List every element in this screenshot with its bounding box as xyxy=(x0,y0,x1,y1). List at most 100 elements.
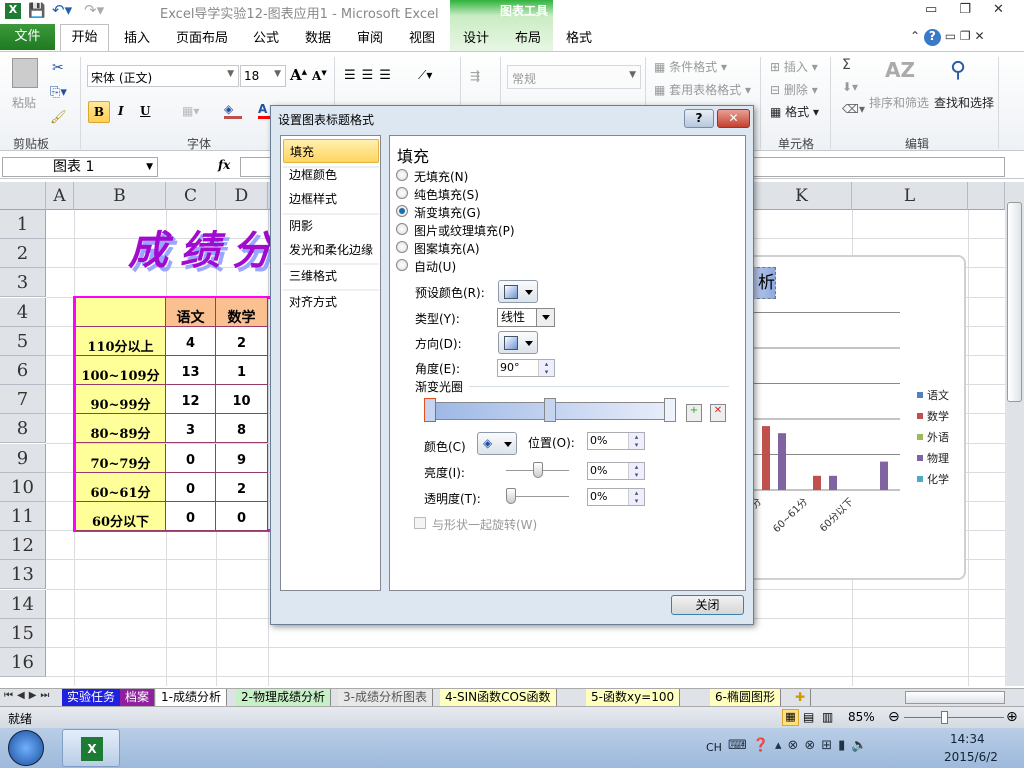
add-stop-button[interactable]: + xyxy=(686,404,702,422)
direction-dropdown[interactable] xyxy=(498,331,538,354)
row-label-cell[interactable]: 100~109分 xyxy=(76,356,166,385)
value-cell[interactable]: 3 xyxy=(166,414,216,444)
value-cell[interactable]: 0 xyxy=(216,502,268,531)
tab-view[interactable]: 视图 xyxy=(409,27,435,46)
vertical-scrollbar[interactable] xyxy=(1005,182,1024,686)
column-header-C[interactable]: C xyxy=(166,182,216,210)
rotate-with-shape-checkbox[interactable] xyxy=(414,517,426,529)
sheet-tab[interactable]: 实验任务 xyxy=(62,689,122,707)
row-label-cell[interactable]: 60~61分 xyxy=(76,472,166,502)
row-header-5[interactable]: 5 xyxy=(0,326,46,356)
sort-filter-icon[interactable]: AZ xyxy=(885,58,915,82)
position-input[interactable]: 0% xyxy=(587,432,645,450)
row-header-6[interactable]: 6 xyxy=(0,356,46,385)
radio-1[interactable] xyxy=(396,187,408,199)
sheet-tab[interactable]: 6-椭圆图形 xyxy=(710,689,781,707)
dialog-help-button[interactable]: ? xyxy=(684,109,714,128)
conditional-format-button[interactable]: ▦ 条件格式 ▾ xyxy=(654,58,727,75)
format-as-table-button[interactable]: ▦ 套用表格格式 ▾ xyxy=(654,81,751,98)
copy-icon[interactable]: ⎘▾ xyxy=(50,85,67,100)
row-header-14[interactable]: 14 xyxy=(0,589,46,619)
row-header-7[interactable]: 7 xyxy=(0,385,46,415)
tray-icons[interactable]: ⌨❓▴⊗⊗⊞▮🔈 xyxy=(728,738,874,753)
stop-color-dropdown[interactable]: ◈ xyxy=(477,432,517,455)
redo-icon[interactable]: ↷▾ xyxy=(84,1,104,19)
paste-icon[interactable] xyxy=(12,58,38,88)
format-painter-icon[interactable]: 🖌 xyxy=(50,110,67,125)
font-name-select[interactable]: 宋体 (正文) ▼ xyxy=(87,65,239,87)
gradient-stop-3[interactable] xyxy=(664,398,676,422)
tab-data[interactable]: 数据 xyxy=(305,27,331,46)
column-header-D[interactable]: D xyxy=(216,182,268,210)
save-icon[interactable]: 💾 xyxy=(28,3,45,19)
insert-function-button[interactable]: fx xyxy=(218,158,230,172)
tab-insert[interactable]: 插入 xyxy=(124,27,150,46)
type-select[interactable]: 线性 xyxy=(497,308,555,327)
tab-format[interactable]: 格式 xyxy=(566,27,592,46)
find-select-button[interactable]: 查找和选择 xyxy=(934,94,994,111)
sheet-tab[interactable]: 3-成绩分析图表 xyxy=(338,689,433,707)
scroll-thumb[interactable] xyxy=(1007,202,1022,402)
zoom-level[interactable]: 85% xyxy=(848,710,875,724)
tab-page-layout[interactable]: 页面布局 xyxy=(176,27,228,46)
header-cell[interactable]: 语文 xyxy=(166,297,216,327)
zoom-slider-thumb[interactable] xyxy=(941,711,948,724)
grow-font-icon[interactable]: A▲ xyxy=(290,66,307,84)
bold-button[interactable]: B xyxy=(88,101,110,123)
close-icon[interactable]: ✕ xyxy=(993,2,1024,17)
row-header-11[interactable]: 11 xyxy=(0,502,46,531)
value-cell[interactable]: 8 xyxy=(216,414,268,444)
insert-cells-button[interactable]: ⊞ 插入 ▾ xyxy=(770,58,818,75)
fill-option-label[interactable]: 渐变填充(G) xyxy=(414,204,481,221)
zoom-out-button[interactable]: ⊖ xyxy=(888,709,900,725)
font-size-select[interactable]: 18 ▼ xyxy=(240,65,286,87)
column-header-A[interactable]: A xyxy=(46,182,74,210)
row-header-4[interactable]: 4 xyxy=(0,297,46,327)
autosum-button[interactable]: Σ xyxy=(842,57,851,73)
tab-review[interactable]: 审阅 xyxy=(357,27,383,46)
nav-shadow[interactable]: 阴影 xyxy=(283,214,379,238)
sort-filter-button[interactable]: 排序和筛选 xyxy=(869,94,929,111)
fill-option-label[interactable]: 纯色填充(S) xyxy=(414,186,479,203)
fill-option-label[interactable]: 图片或纹理填充(P) xyxy=(414,222,515,239)
value-cell[interactable]: 9 xyxy=(216,443,268,473)
row-label-cell[interactable]: 80~89分 xyxy=(76,414,166,444)
value-cell[interactable]: 1 xyxy=(216,356,268,385)
row-label-cell[interactable]: 110分以上 xyxy=(76,326,166,356)
paste-button[interactable]: 粘贴 xyxy=(12,94,36,111)
start-button[interactable] xyxy=(8,730,44,766)
sheet-tab[interactable]: 4-SIN函数COS函数 xyxy=(440,689,557,707)
tab-design[interactable]: 设计 xyxy=(463,27,489,46)
clear-icon[interactable]: ⌫▾ xyxy=(842,102,865,116)
column-header-K[interactable]: K xyxy=(752,182,852,210)
value-cell[interactable]: 2 xyxy=(216,326,268,356)
cut-icon[interactable]: ✂ xyxy=(52,60,64,76)
tab-file[interactable]: 文件 xyxy=(0,24,55,50)
normal-view-button[interactable]: ▦ xyxy=(782,709,799,726)
sheet-tab[interactable]: 1-成绩分析 xyxy=(156,689,227,707)
value-cell[interactable]: 0 xyxy=(166,443,216,473)
value-cell[interactable]: 2 xyxy=(216,472,268,502)
transparency-slider[interactable] xyxy=(506,488,516,504)
orientation-icon[interactable]: ⟋▾ xyxy=(418,68,432,83)
align-icons[interactable]: ☰☰☰ xyxy=(344,68,397,83)
nav-glow-soft-edges[interactable]: 发光和柔化边缘 xyxy=(283,238,379,262)
taskbar-excel-button[interactable]: X xyxy=(62,729,120,767)
row-header-8[interactable]: 8 xyxy=(0,414,46,444)
brightness-input[interactable]: 0% xyxy=(587,462,645,480)
gradient-stop-2[interactable] xyxy=(544,398,556,422)
insert-sheet-icon[interactable]: ✚ xyxy=(790,689,812,707)
gradient-stop-1[interactable] xyxy=(424,398,436,422)
undo-icon[interactable]: ↶▾ xyxy=(52,1,72,19)
nav-border-style[interactable]: 边框样式 xyxy=(283,187,379,211)
row-header-9[interactable]: 9 xyxy=(0,443,46,473)
binoculars-icon[interactable]: ⚲ xyxy=(950,58,966,83)
radio-5[interactable] xyxy=(396,259,408,271)
row-header-12[interactable]: 12 xyxy=(0,531,46,561)
sheet-nav-arrows[interactable]: ⏮◀▶⏭ xyxy=(4,690,53,701)
nav-border-color[interactable]: 边框颜色 xyxy=(283,163,379,187)
fill-color-icon[interactable]: ◈ xyxy=(224,102,242,119)
transparency-input[interactable]: 0% xyxy=(587,488,645,506)
tab-layout[interactable]: 布局 xyxy=(515,27,541,46)
tab-home[interactable]: 开始 xyxy=(60,24,109,52)
